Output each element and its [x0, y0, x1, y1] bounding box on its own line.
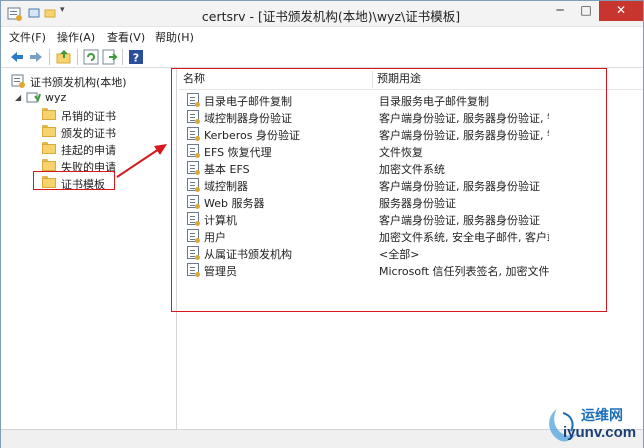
title-bar[interactable]: ▾ certsrv - [证书颁发机构(本地)\wyz\证书模板] ─ □ ✕ [1, 1, 643, 27]
ca-server-icon [26, 92, 41, 103]
quick-access-folder-icon[interactable] [44, 7, 56, 19]
folder-icon [42, 108, 57, 122]
tree-item-pending-requests[interactable]: 挂起的申请 [42, 141, 162, 158]
minimize-button[interactable]: ─ [547, 1, 573, 21]
watermark-url: iyunv.com [563, 424, 637, 441]
tree-item-label: 证书颁发机构(本地) [30, 76, 127, 89]
export-icon[interactable] [102, 49, 118, 65]
tree-item-wyz[interactable]: ◢ wyz [15, 90, 166, 107]
menu-action[interactable]: 操作(A) [57, 29, 95, 45]
menu-help[interactable]: 帮助(H) [155, 29, 194, 45]
folder-icon [42, 142, 57, 156]
certificate-authority-icon [11, 74, 25, 88]
tree-item-label: 挂起的申请 [61, 144, 116, 157]
tree-item-label: 颁发的证书 [61, 127, 116, 140]
folder-icon [42, 125, 57, 139]
watermark-title: 运维网 [581, 408, 623, 424]
menu-bar: 文件(F) 操作(A) 查看(V) 帮助(H) [1, 27, 643, 45]
quick-access-dropdown-icon[interactable]: ▾ [60, 5, 72, 17]
svg-text:?: ? [133, 52, 139, 65]
menu-file[interactable]: 文件(F) [9, 29, 46, 45]
forward-arrow-icon[interactable] [28, 49, 44, 65]
list-annotation-box [171, 68, 607, 312]
help-icon[interactable]: ? [128, 49, 144, 65]
menu-view[interactable]: 查看(V) [107, 29, 145, 45]
collapse-icon[interactable]: ◢ [15, 93, 21, 102]
up-folder-icon[interactable] [56, 49, 72, 65]
tree-item-root[interactable]: 证书颁发机构(本地) [11, 73, 171, 90]
window-title: certsrv - [证书颁发机构(本地)\wyz\证书模板] [201, 9, 461, 24]
mmc-window: ▾ certsrv - [证书颁发机构(本地)\wyz\证书模板] ─ □ ✕ … [0, 0, 644, 448]
site-watermark: 运维网 iyunv.com [541, 403, 641, 447]
tree-item-revoked-certificates[interactable]: 吊销的证书 [42, 107, 162, 124]
certsrv-app-icon [7, 7, 22, 21]
refresh-icon[interactable] [83, 49, 99, 65]
back-arrow-icon[interactable] [9, 49, 25, 65]
toolbar-separator [77, 49, 78, 65]
toolbar: ? [1, 46, 643, 68]
tree-item-issued-certificates[interactable]: 颁发的证书 [42, 124, 162, 141]
close-button[interactable]: ✕ [599, 1, 643, 21]
maximize-button[interactable]: □ [573, 1, 599, 21]
quick-access-icon[interactable] [28, 7, 40, 19]
toolbar-separator [122, 49, 123, 65]
tree-item-label: wyz [45, 91, 67, 104]
selected-item-annotation [33, 171, 115, 190]
console-tree: 证书颁发机构(本地) ◢ wyz 吊销的证书 颁发的证书 挂起的申请 失败的申请 [1, 69, 177, 429]
tree-item-label: 吊销的证书 [61, 110, 116, 123]
toolbar-separator [49, 49, 50, 65]
